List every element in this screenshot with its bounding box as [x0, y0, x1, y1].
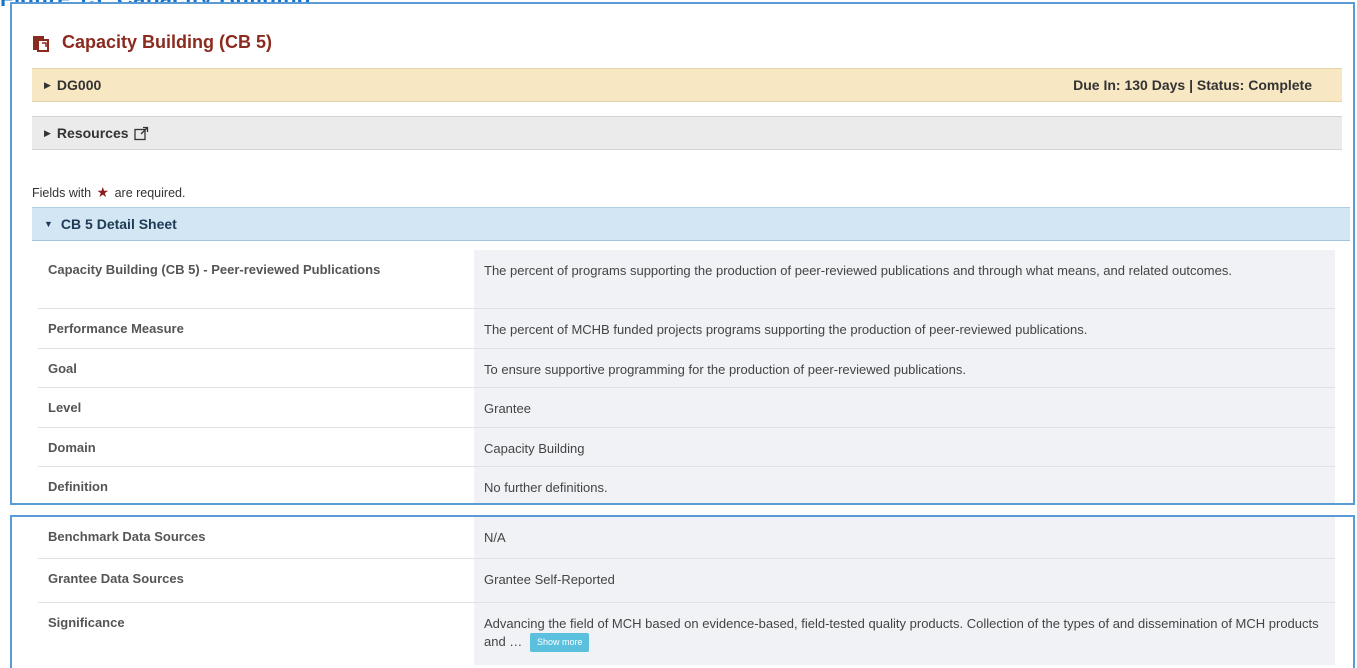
row-label: Definition — [38, 467, 474, 503]
row-value: No further definitions. — [474, 467, 1335, 503]
detail-sheet-title: CB 5 Detail Sheet — [60, 216, 177, 232]
detail-table-continued: Benchmark Data Sources N/A Grantee Data … — [38, 517, 1335, 665]
document-icon — [33, 35, 49, 52]
significance-text: Advancing the field of MCH based on evid… — [484, 616, 1319, 650]
table-row: Performance Measure The percent of MCHB … — [38, 309, 1335, 349]
external-link-icon[interactable] — [133, 126, 149, 141]
row-label: Domain — [38, 428, 474, 466]
grant-bar[interactable]: ▶ DG000 Due In: 130 Days | Status: Compl… — [32, 68, 1342, 102]
table-row: Grantee Data Sources Grantee Self-Report… — [38, 559, 1335, 603]
table-row: Significance Advancing the field of MCH … — [38, 603, 1335, 665]
row-value: Advancing the field of MCH based on evid… — [474, 603, 1335, 665]
row-value: Capacity Building — [474, 428, 1335, 466]
grant-status: Due In: 130 Days | Status: Complete — [1073, 77, 1312, 93]
row-value: To ensure supportive programming for the… — [474, 349, 1335, 387]
row-value: Grantee Self-Reported — [474, 559, 1335, 602]
table-row: Benchmark Data Sources N/A — [38, 517, 1335, 559]
row-label: Significance — [38, 603, 474, 665]
required-note-prefix: Fields with — [32, 186, 92, 200]
caret-down-icon: ▼ — [44, 219, 53, 229]
row-label: Performance Measure — [38, 309, 474, 348]
row-value: The percent of MCHB funded projects prog… — [474, 309, 1335, 348]
grant-id: DG000 — [56, 77, 102, 93]
detail-table: Capacity Building (CB 5) - Peer-reviewed… — [38, 250, 1335, 503]
row-label: Goal — [38, 349, 474, 387]
show-more-button[interactable]: Show more — [529, 633, 590, 653]
page-title: Capacity Building (CB 5) — [32, 32, 272, 53]
row-label: Capacity Building (CB 5) - Peer-reviewed… — [38, 250, 474, 308]
row-label: Benchmark Data Sources — [38, 517, 474, 558]
required-note-suffix: are required. — [114, 186, 186, 200]
table-row: Definition No further definitions. — [38, 467, 1335, 503]
resources-bar[interactable]: ▶ Resources — [32, 116, 1342, 150]
row-value: The percent of programs supporting the p… — [474, 250, 1335, 308]
bottom-panel: Benchmark Data Sources N/A Grantee Data … — [10, 515, 1355, 668]
row-label: Level — [38, 388, 474, 427]
table-row: Capacity Building (CB 5) - Peer-reviewed… — [38, 250, 1335, 309]
row-value: Grantee — [474, 388, 1335, 427]
caret-right-icon: ▶ — [44, 127, 51, 138]
required-star-icon: ★ — [96, 184, 110, 200]
table-row: Level Grantee — [38, 388, 1335, 428]
row-label: Grantee Data Sources — [38, 559, 474, 602]
resources-label: Resources — [56, 125, 129, 141]
top-panel: Capacity Building (CB 5) ▶ DG000 Due In:… — [10, 2, 1355, 505]
detail-sheet-header[interactable]: ▼ CB 5 Detail Sheet — [32, 207, 1350, 241]
table-row: Goal To ensure supportive programming fo… — [38, 349, 1335, 388]
page-title-text: Capacity Building (CB 5) — [62, 32, 273, 52]
row-value: N/A — [474, 517, 1335, 558]
caret-right-icon: ▶ — [44, 79, 51, 90]
table-row: Domain Capacity Building — [38, 428, 1335, 467]
required-note: Fields with ★ are required. — [32, 184, 185, 201]
